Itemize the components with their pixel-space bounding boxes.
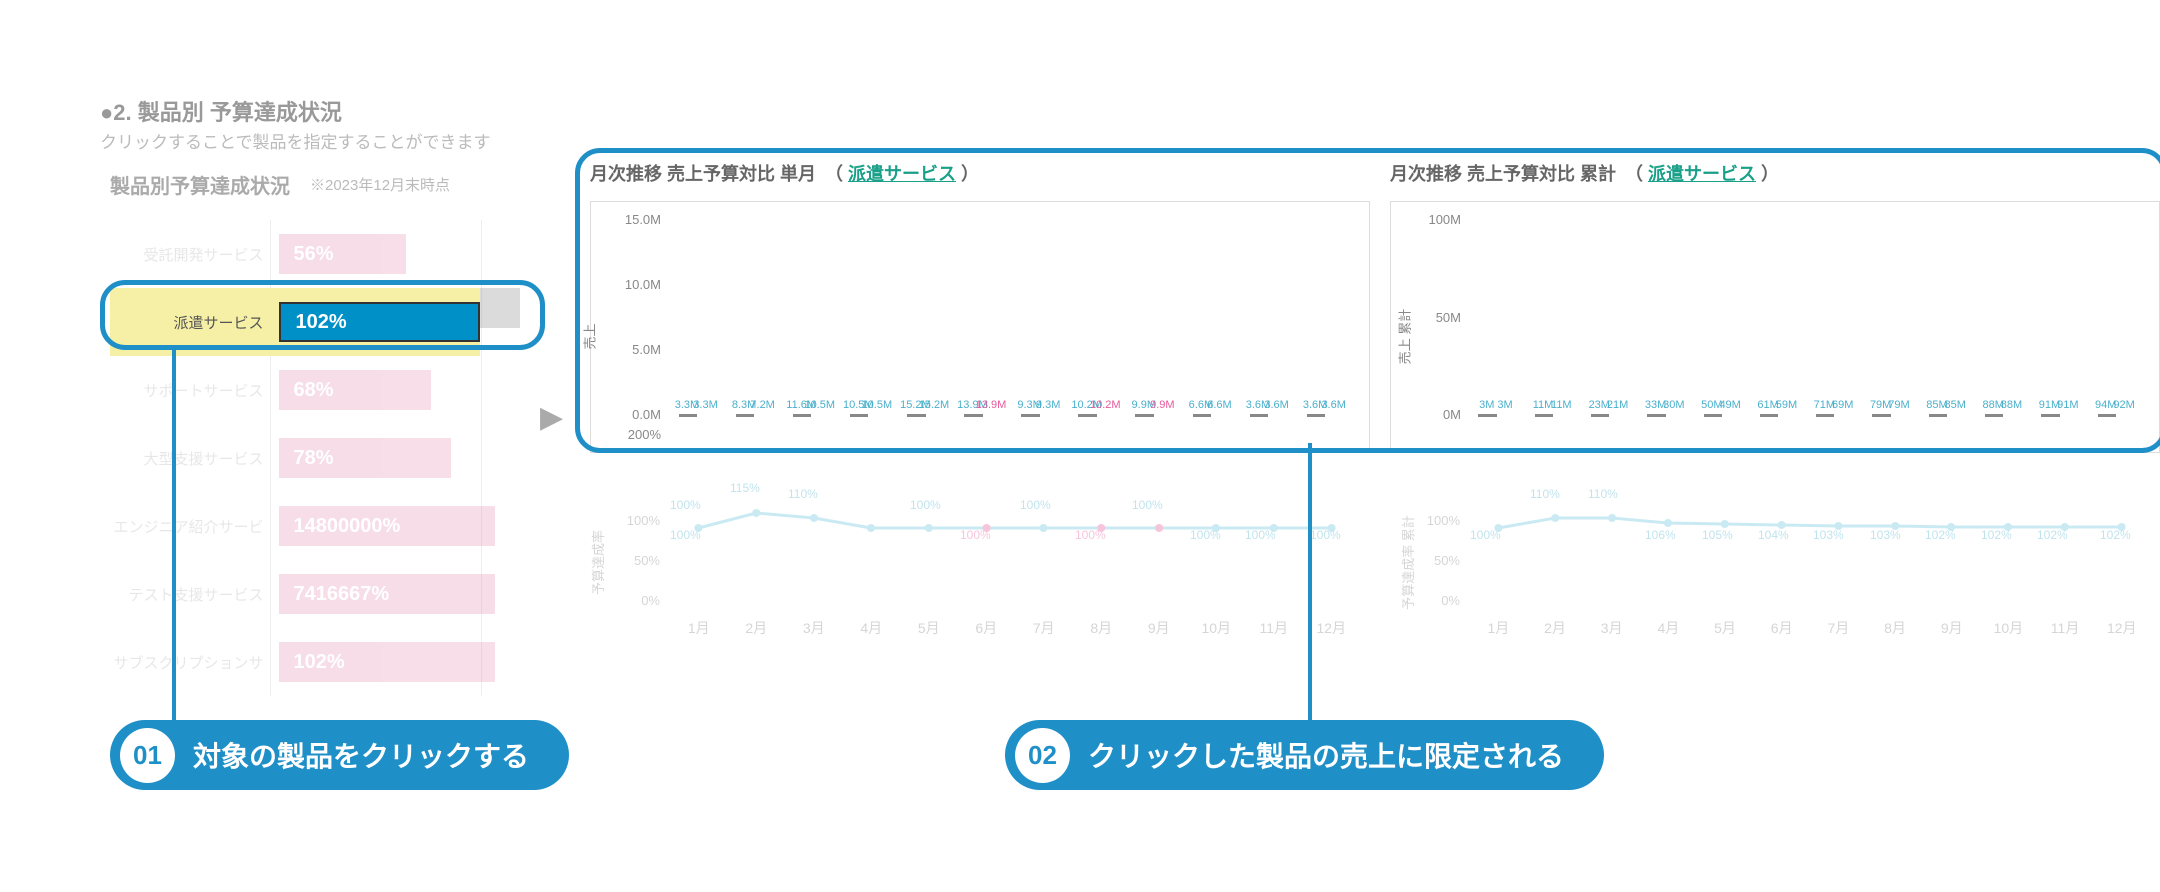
product-bar: 102%: [279, 642, 495, 682]
monthly-single-chart: 月次推移 売上予算対比 単月 （ 派遣サービス ） 売上 15.0M10.0M5…: [590, 160, 1370, 643]
monthly-cumulative-chart: 月次推移 売上予算対比 累計 （ 派遣サービス ） 売上 累計 100M50M0…: [1390, 160, 2160, 643]
product-row[interactable]: エンジニア紹介サービ14800000%: [110, 492, 480, 560]
product-label: エンジニア紹介サービ: [110, 516, 279, 537]
product-label: テスト支援サービス: [110, 584, 279, 605]
callout-2: 02 クリックした製品の売上に限定される: [1005, 720, 1604, 790]
chart-title: 月次推移 売上予算対比 単月 （ 派遣サービス ）: [590, 160, 1370, 186]
product-table-note: ※2023年12月末時点: [310, 174, 450, 195]
section-subtitle: クリックすることで製品を指定することができます: [100, 128, 491, 153]
y-axis-label: 売上: [580, 323, 599, 349]
y-axis-label: 予算達成率: [588, 530, 607, 595]
product-bar: 102%: [279, 302, 480, 342]
callout-num: 01: [120, 728, 175, 783]
connector-line: [1308, 443, 1312, 750]
product-row[interactable]: サポートサービス68%: [110, 356, 480, 424]
y-ticks: 100%50%0%: [615, 463, 660, 643]
rate-line-chart[interactable]: 予算達成率 100%50%0% 100%115%110% 100%100%100…: [590, 463, 1370, 643]
x-labels: 1月2月3月4月5月6月7月8月9月10月11月12月: [1470, 618, 2150, 643]
rate-line-chart[interactable]: 予算達成率 累計 100%50%0% 100%110%110% 106%105%…: [1390, 463, 2160, 643]
bar-chart[interactable]: 売上 累計 100M50M0M 3M3M11M11M23M21M33M30M50…: [1390, 201, 2160, 453]
arrow-icon: ▶: [540, 400, 563, 435]
product-row[interactable]: 受託開発サービス56%: [110, 220, 480, 288]
product-row[interactable]: 大型支援サービス78%: [110, 424, 480, 492]
chart-title: 月次推移 売上予算対比 累計 （ 派遣サービス ）: [1390, 160, 2160, 186]
product-row[interactable]: サブスクリプションサ102%: [110, 628, 480, 696]
product-bar: 78%: [279, 438, 451, 478]
product-bar: 68%: [279, 370, 431, 410]
y-ticks: 15.0M10.0M5.0M0.0M200%: [616, 202, 661, 452]
product-label: サポートサービス: [110, 380, 279, 401]
product-row[interactable]: 派遣サービス102%: [110, 288, 480, 356]
product-bar: 7416667%: [279, 574, 495, 614]
callout-text: 対象の製品をクリックする: [193, 735, 529, 775]
product-table: 受託開発サービス56%派遣サービス102%サポートサービス68%大型支援サービス…: [110, 220, 480, 696]
product-label: 受託開発サービス: [110, 244, 279, 265]
product-bar: 14800000%: [279, 506, 495, 546]
x-labels: 1月2月3月4月5月6月7月8月9月10月11月12月: [670, 618, 1360, 643]
filter-link[interactable]: 派遣サービス: [848, 164, 956, 184]
product-label: 大型支援サービス: [110, 448, 279, 469]
product-bar: 56%: [279, 234, 407, 274]
product-label: 派遣サービス: [110, 312, 279, 333]
section-title: ●2. 製品別 予算達成状況: [100, 95, 342, 127]
y-axis-label: 売上 累計: [1394, 309, 1413, 365]
product-label: サブスクリプションサ: [110, 652, 279, 673]
connector-line: [172, 345, 176, 750]
bar-chart[interactable]: 売上 15.0M10.0M5.0M0.0M200% 3.3M3.3M8.3M7.…: [590, 201, 1370, 453]
callout-num: 02: [1015, 728, 1070, 783]
y-ticks: 100M50M0M: [1416, 202, 1461, 452]
callout-text: クリックした製品の売上に限定される: [1088, 735, 1564, 775]
overflow-bar: [480, 288, 520, 328]
y-axis-label: 予算達成率 累計: [1398, 515, 1417, 610]
filter-link[interactable]: 派遣サービス: [1648, 164, 1756, 184]
y-ticks: 100%50%0%: [1415, 463, 1460, 643]
product-row[interactable]: テスト支援サービス7416667%: [110, 560, 480, 628]
callout-1: 01 対象の製品をクリックする: [110, 720, 569, 790]
product-table-title: 製品別予算達成状況: [110, 170, 290, 199]
